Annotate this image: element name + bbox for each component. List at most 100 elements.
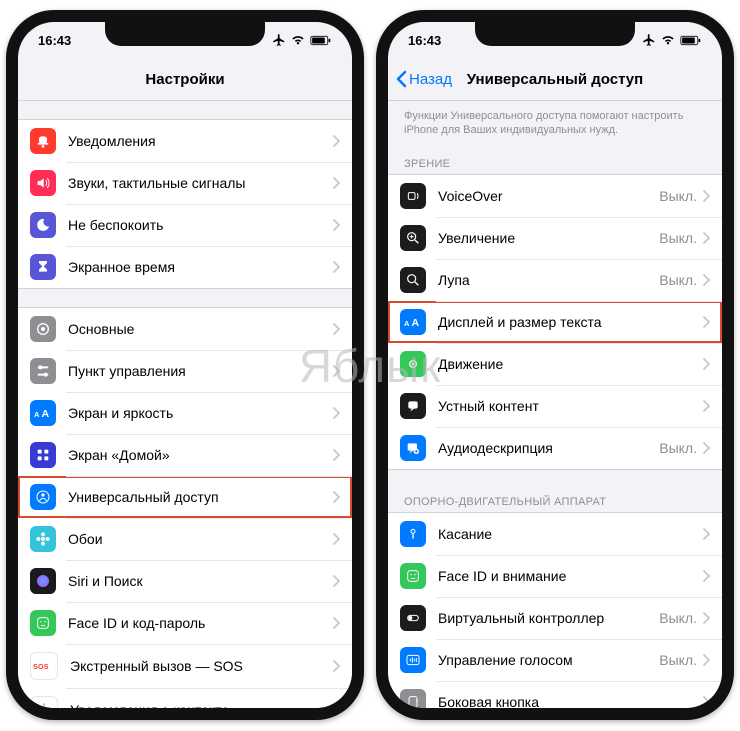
settings-row-l1-4[interactable]: Универсальный доступ bbox=[18, 476, 352, 518]
row-label: Лупа bbox=[438, 272, 659, 288]
row-label: Боковая кнопка bbox=[438, 694, 703, 708]
settings-row-l1-1[interactable]: Пункт управления bbox=[18, 350, 352, 392]
chevron-right-icon bbox=[333, 533, 340, 545]
section-header: ЗРЕНИЕ bbox=[388, 150, 722, 174]
settings-group: Основные Пункт управления AAЭкран и яркост… bbox=[18, 307, 352, 708]
svg-text:SOS: SOS bbox=[33, 662, 49, 671]
person-icon bbox=[30, 484, 56, 510]
wifi-icon bbox=[290, 34, 306, 46]
row-value: Выкл. bbox=[659, 652, 697, 668]
row-label: Не беспокоить bbox=[68, 217, 333, 233]
settings-group: Касание Face ID и внимание Виртуальный кон… bbox=[388, 512, 722, 708]
section-note: Функции Универсального доступа помогают … bbox=[388, 101, 722, 150]
row-label: Face ID и код-пароль bbox=[68, 615, 333, 631]
sound-icon bbox=[30, 170, 56, 196]
status-time: 16:43 bbox=[408, 33, 441, 48]
speech-icon bbox=[400, 393, 426, 419]
back-label: Назад bbox=[409, 71, 452, 88]
settings-row-l1-7[interactable]: Face ID и код-пароль bbox=[18, 602, 352, 644]
chevron-right-icon bbox=[333, 365, 340, 377]
chevron-right-icon bbox=[703, 612, 710, 624]
row-label: Виртуальный контроллер bbox=[438, 610, 659, 626]
settings-row-l0-0[interactable]: Уведомления bbox=[18, 120, 352, 162]
magnifier-icon bbox=[400, 267, 426, 293]
settings-group: VoiceOverВыкл.УвеличениеВыкл.ЛупаВыкл.AA… bbox=[388, 174, 722, 470]
audio-icon bbox=[400, 435, 426, 461]
row-label: Экстренный вызов — SOS bbox=[70, 658, 333, 674]
settings-row-r1-4[interactable]: Боковая кнопка bbox=[388, 681, 722, 708]
svg-text:A: A bbox=[34, 410, 40, 419]
chevron-right-icon bbox=[333, 323, 340, 335]
row-label: Face ID и внимание bbox=[438, 568, 703, 584]
hourglass-icon bbox=[30, 254, 56, 280]
settings-row-r0-2[interactable]: ЛупаВыкл. bbox=[388, 259, 722, 301]
chevron-right-icon bbox=[333, 617, 340, 629]
face-icon bbox=[30, 610, 56, 636]
row-label: Пункт управления bbox=[68, 363, 333, 379]
voiceover-icon bbox=[400, 183, 426, 209]
chevron-right-icon bbox=[703, 654, 710, 666]
face-icon bbox=[400, 563, 426, 589]
chevron-right-icon bbox=[703, 528, 710, 540]
settings-row-r0-6[interactable]: АудиодескрипцияВыкл. bbox=[388, 427, 722, 469]
settings-row-l0-1[interactable]: Звуки, тактильные сигналы bbox=[18, 162, 352, 204]
settings-row-r0-1[interactable]: УвеличениеВыкл. bbox=[388, 217, 722, 259]
switch-icon bbox=[400, 605, 426, 631]
svg-text:A: A bbox=[404, 318, 410, 327]
settings-row-l1-5[interactable]: Обои bbox=[18, 518, 352, 560]
grid-icon bbox=[30, 442, 56, 468]
settings-row-l0-2[interactable]: Не беспокоить bbox=[18, 204, 352, 246]
nav-bar-left: Настройки bbox=[18, 58, 352, 101]
wifi-icon bbox=[660, 34, 676, 46]
settings-row-l1-0[interactable]: Основные bbox=[18, 308, 352, 350]
nav-title: Настройки bbox=[145, 71, 224, 88]
chevron-right-icon bbox=[333, 219, 340, 231]
settings-row-r1-0[interactable]: Касание bbox=[388, 513, 722, 555]
chevron-right-icon bbox=[703, 570, 710, 582]
aa-icon: AA bbox=[400, 309, 426, 335]
chevron-right-icon bbox=[333, 704, 340, 708]
settings-row-r0-0[interactable]: VoiceOverВыкл. bbox=[388, 175, 722, 217]
button-icon bbox=[400, 689, 426, 708]
chevron-left-icon bbox=[396, 70, 407, 88]
row-value: Выкл. bbox=[659, 272, 697, 288]
back-button[interactable]: Назад bbox=[396, 70, 452, 88]
svg-text:A: A bbox=[42, 408, 50, 420]
battery-icon bbox=[680, 35, 702, 46]
settings-row-r1-3[interactable]: Управление голосомВыкл. bbox=[388, 639, 722, 681]
row-label: Касание bbox=[438, 526, 703, 542]
chevron-right-icon bbox=[703, 696, 710, 708]
gear-icon bbox=[30, 316, 56, 342]
settings-row-l1-3[interactable]: Экран «Домой» bbox=[18, 434, 352, 476]
chevron-right-icon bbox=[333, 575, 340, 587]
chevron-right-icon bbox=[703, 232, 710, 244]
row-label: Экран «Домой» bbox=[68, 447, 333, 463]
row-label: Siri и Поиск bbox=[68, 573, 333, 589]
chevron-right-icon bbox=[333, 449, 340, 461]
settings-row-r0-4[interactable]: Движение bbox=[388, 343, 722, 385]
motion-icon bbox=[400, 351, 426, 377]
settings-row-l0-3[interactable]: Экранное время bbox=[18, 246, 352, 288]
status-right bbox=[272, 33, 332, 47]
flower-icon bbox=[30, 526, 56, 552]
settings-row-r0-5[interactable]: Устный контент bbox=[388, 385, 722, 427]
settings-row-l1-8[interactable]: SOS Экстренный вызов — SOS bbox=[18, 644, 352, 688]
settings-row-l1-6[interactable]: Siri и Поиск bbox=[18, 560, 352, 602]
row-label: Управление голосом bbox=[438, 652, 659, 668]
settings-row-r1-1[interactable]: Face ID и внимание bbox=[388, 555, 722, 597]
settings-row-r0-3[interactable]: AAДисплей и размер текста bbox=[388, 301, 722, 343]
row-label: Движение bbox=[438, 356, 703, 372]
phone-right: 16:43 Назад Универсальный доступ Функции… bbox=[376, 10, 734, 720]
chevron-right-icon bbox=[333, 660, 340, 672]
content-right[interactable]: Функции Универсального доступа помогают … bbox=[388, 101, 722, 708]
settings-row-l1-9[interactable]: Уведомления о контакте bbox=[18, 688, 352, 708]
row-value: Выкл. bbox=[659, 440, 697, 456]
chevron-right-icon bbox=[703, 316, 710, 328]
sos-icon: SOS bbox=[30, 652, 58, 680]
row-value: Выкл. bbox=[659, 610, 697, 626]
notch bbox=[105, 22, 265, 46]
row-value: Выкл. bbox=[659, 188, 697, 204]
content-left[interactable]: УведомленияЗвуки, тактильные сигналы Не б… bbox=[18, 101, 352, 708]
settings-row-l1-2[interactable]: AAЭкран и яркость bbox=[18, 392, 352, 434]
settings-row-r1-2[interactable]: Виртуальный контроллерВыкл. bbox=[388, 597, 722, 639]
